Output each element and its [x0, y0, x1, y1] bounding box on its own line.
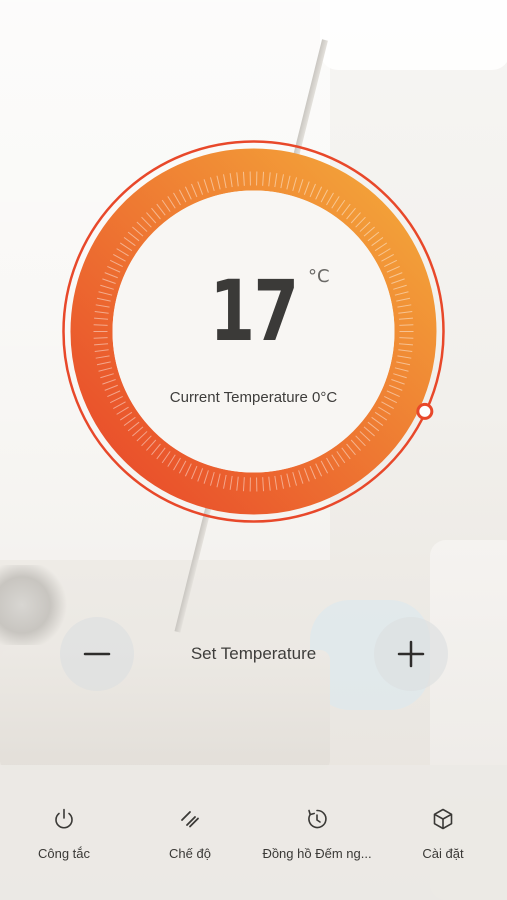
timer-icon — [304, 806, 330, 832]
background-sofa — [0, 650, 330, 770]
tab-settings[interactable]: Cài đặt — [383, 806, 503, 861]
tab-power[interactable]: Công tắc — [4, 806, 124, 861]
tab-mode-label: Chế độ — [169, 846, 211, 861]
tab-timer[interactable]: Đồng hồ Đếm ng... — [257, 806, 377, 861]
plus-icon — [397, 640, 425, 668]
dial-handle[interactable] — [416, 402, 434, 420]
tab-settings-label: Cài đặt — [422, 846, 464, 861]
tab-mode[interactable]: Chế độ — [130, 806, 250, 861]
mode-icon — [177, 806, 203, 832]
tab-power-label: Công tắc — [37, 846, 91, 861]
current-temperature-label: Current Temperature 0°C — [169, 389, 338, 406]
temperature-unit: °C — [308, 266, 330, 287]
background-lamp-shade — [320, 0, 507, 70]
settings-cube-icon — [430, 806, 456, 832]
power-icon — [51, 806, 77, 832]
increase-temperature-button[interactable] — [374, 617, 448, 691]
tab-timer-label: Đồng hồ Đếm ng... — [262, 846, 372, 861]
background-cat — [0, 565, 70, 645]
set-temperature-value: 17 — [209, 262, 299, 360]
